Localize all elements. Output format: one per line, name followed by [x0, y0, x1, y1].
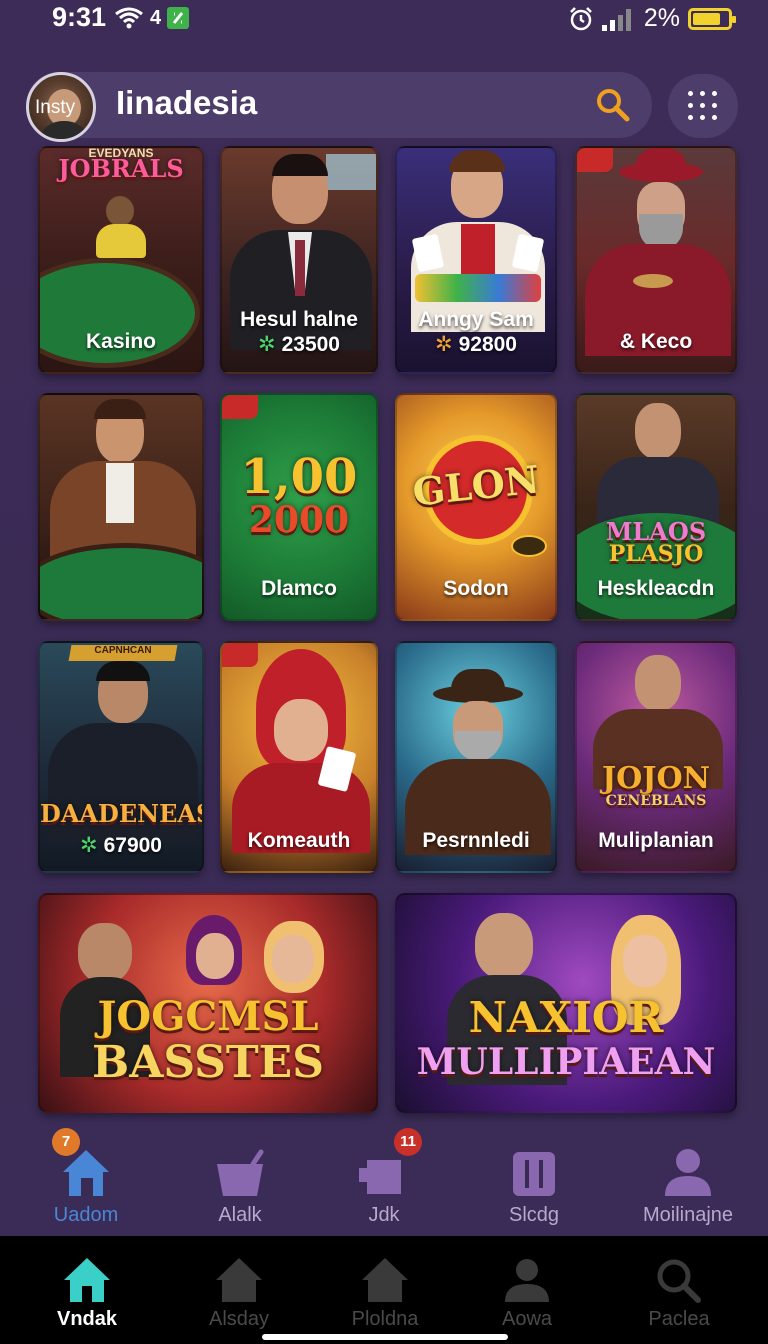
wifi-icon	[115, 7, 143, 29]
tab-slcdg[interactable]: Slcdg	[464, 1132, 604, 1232]
game-tile-dealer[interactable]	[38, 393, 204, 621]
battery-percent: 2%	[643, 4, 680, 32]
tile-label: Heskleacdn	[597, 577, 715, 600]
tab-paclea[interactable]: Paclea	[604, 1236, 754, 1344]
tab-alalk[interactable]: Alalk	[170, 1132, 310, 1232]
system-tab-bar: Vndak Alsday Ploldna Aowa Paclea	[0, 1236, 768, 1344]
status-right-icons: 2%	[568, 4, 736, 33]
tab-aowa[interactable]: Aowa	[452, 1236, 602, 1344]
battery-level	[693, 12, 720, 25]
tile-ribbon: CAPNHCAN	[94, 645, 152, 656]
tile-label: Dlamco	[261, 577, 337, 600]
tile-logo: GLON	[410, 456, 542, 515]
game-tile-anngy-sam[interactable]: Anngy Sam ✲ 92800	[395, 146, 557, 374]
tile-jackpot: ✲ 23500	[257, 333, 340, 356]
home-icon	[362, 1258, 408, 1302]
battery-icon	[688, 7, 736, 30]
corner-badge	[222, 643, 258, 667]
game-tile-keco[interactable]: & Keco	[575, 146, 737, 374]
tab-alsday[interactable]: Alsday	[164, 1236, 314, 1344]
tile-big-number: 2000	[248, 499, 350, 541]
tile-logo-bottom: CENEBLANS	[605, 793, 707, 809]
home-icon	[64, 1258, 110, 1302]
game-tile-kasino[interactable]: EVEDYANS JOBRALS Kasino	[38, 146, 204, 374]
tile-logo-bottom: PLASJO	[608, 541, 704, 567]
tile-logo: DAADENEAS	[40, 799, 204, 828]
corner-badge	[577, 148, 613, 172]
banner-jogcmsl-basstes[interactable]: JOGCMSL BASSTES	[38, 893, 378, 1113]
app-screen: 9:31 4 2% Insty Iinadesia EVEDYANS JOBRA…	[0, 0, 768, 1236]
search-icon[interactable]	[594, 86, 632, 124]
tab-ploldna[interactable]: Ploldna	[310, 1236, 460, 1344]
tab-label: Slcdg	[508, 1204, 560, 1226]
header-bar: Insty Iinadesia	[26, 72, 652, 142]
home-indicator[interactable]	[262, 1334, 508, 1340]
tab-label: Vndak	[56, 1308, 118, 1330]
banner-naxior-mullipiaean[interactable]: NAXIOR MULLIPIAEAN	[395, 893, 737, 1113]
tab-label: Uadom	[53, 1204, 119, 1226]
tab-label: Paclea	[648, 1308, 710, 1330]
game-tile-hesul-halne[interactable]: Hesul halne ✲ 23500	[220, 146, 378, 374]
tab-label: Ploldna	[351, 1308, 419, 1330]
tile-label: Sodon	[443, 577, 509, 600]
main-tab-bar: 7 Uadom Alalk 11 Jdk Slcdg Moilinajne	[0, 1128, 768, 1232]
banner-logo-bottom: BASSTES	[92, 1037, 324, 1088]
tile-logo: JOBRALS	[58, 154, 184, 183]
app-notification-icon	[167, 7, 190, 29]
tile-logo-top: JOJON	[601, 761, 711, 796]
home-icon	[216, 1258, 262, 1302]
person-icon	[505, 1259, 549, 1302]
star-icon: ✲	[434, 333, 453, 356]
tab-label: Alalk	[218, 1204, 262, 1226]
tab-label: Moilinajne	[642, 1204, 734, 1226]
game-tile-pesrnnledi[interactable]: Pesrnnledi	[395, 641, 557, 873]
columns-icon	[513, 1152, 555, 1196]
tile-label: Komeauth	[247, 829, 351, 852]
tab-vndak[interactable]: Vndak	[12, 1236, 162, 1344]
grid-dots-icon	[688, 91, 718, 121]
grid-menu-button[interactable]	[668, 74, 738, 138]
tab-label: Aowa	[501, 1308, 553, 1330]
notification-badge: 7	[52, 1128, 80, 1156]
tab-moilinajne[interactable]: Moilinajne	[618, 1132, 758, 1232]
tile-jackpot: ✲ 67900	[79, 834, 162, 857]
corner-badge	[222, 395, 258, 419]
tile-label: Hesul halne	[240, 308, 358, 331]
tile-label: Kasino	[85, 330, 156, 353]
tab-label: Jdk	[368, 1204, 400, 1226]
star-icon: ✲	[257, 333, 276, 356]
tile-label: Pesrnnledi	[422, 829, 530, 852]
tile-label: & Keco	[619, 330, 693, 353]
basket-icon	[217, 1149, 264, 1196]
tile-big-number: 1,00	[240, 449, 358, 505]
person-icon	[665, 1149, 711, 1196]
notification-badge: 11	[394, 1128, 422, 1156]
tab-label: Alsday	[208, 1308, 270, 1330]
alarm-icon	[569, 6, 592, 30]
game-tile-heskleacdn[interactable]: MLAOS PLASJO Heskleacdn	[575, 393, 737, 621]
game-tile-komeauth[interactable]: Komeauth	[220, 641, 378, 873]
tile-jackpot: ✲ 92800	[434, 333, 517, 356]
page-title: Iinadesia	[116, 84, 258, 121]
game-tile-sodon[interactable]: GLON Sodon	[395, 393, 557, 621]
status-time: 9:31	[52, 2, 107, 32]
game-tile-dlamco[interactable]: 1,00 2000 Dlamco	[220, 393, 378, 621]
status-bar: 9:31 4 2%	[0, 0, 768, 40]
tab-uadom[interactable]: 7 Uadom	[16, 1128, 156, 1232]
tile-label: Muliplanian	[598, 829, 714, 852]
banner-logo-bottom: MULLIPIAEAN	[416, 1041, 716, 1083]
tile-label: Anngy Sam	[418, 308, 534, 331]
signal-icon	[601, 8, 631, 31]
banner-logo-top: NAXIOR	[468, 993, 664, 1042]
game-tile-muliplanian[interactable]: JOJON CENEBLANS Muliplanian	[575, 641, 737, 873]
game-tile-daadeneas[interactable]: CAPNHCAN DAADENEAS ✲ 67900	[38, 641, 204, 873]
status-left-icons: 4	[114, 6, 190, 30]
avatar[interactable]: Insty	[26, 72, 96, 142]
banner-logo-top: JOGCMSL	[97, 993, 319, 1040]
star-icon: ✲	[79, 834, 98, 857]
avatar-label: Insty	[35, 97, 76, 118]
search-icon	[657, 1259, 701, 1303]
tab-jdk[interactable]: 11 Jdk	[314, 1128, 454, 1232]
network-type-icon: 4	[150, 6, 162, 29]
